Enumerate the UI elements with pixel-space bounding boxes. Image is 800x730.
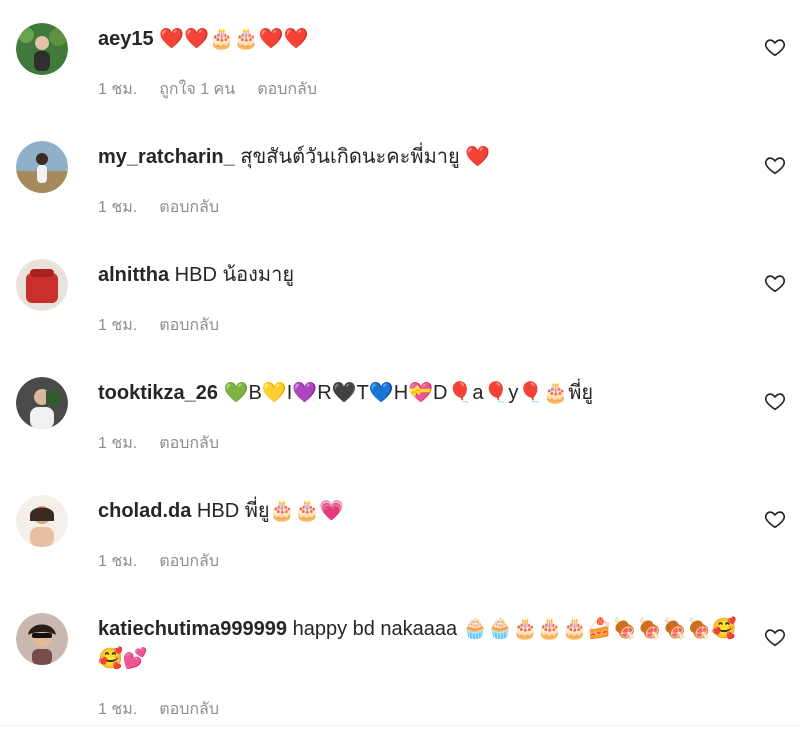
- comment-time: 1 ชม.: [98, 435, 138, 452]
- avatar[interactable]: [16, 141, 68, 193]
- divider: [0, 725, 800, 726]
- heart-outline-icon[interactable]: [764, 390, 786, 412]
- heart-outline-icon[interactable]: [764, 36, 786, 58]
- comment-text: my_ratcharin_ สุขสันต์วันเกิดนะคะพี่มายู…: [98, 142, 740, 172]
- comment-username[interactable]: cholad.da: [98, 500, 191, 522]
- comment-time: 1 ชม.: [98, 199, 138, 216]
- comment-time: 1 ชม.: [98, 317, 138, 334]
- comment-username[interactable]: alnittha: [98, 264, 169, 286]
- reply-button[interactable]: ตอบกลับ: [159, 316, 219, 336]
- comment-body: 💚B💛I💜R🖤T💙H💝D🎈a🎈y🎈🎂พี่ยู: [218, 382, 594, 404]
- comment-body: ❤️❤️🎂🎂❤️❤️: [153, 28, 309, 50]
- comment-username[interactable]: tooktikza_26: [98, 382, 218, 404]
- comment-meta: 1 ชม. ตอบกลับ: [98, 316, 219, 336]
- avatar[interactable]: [16, 23, 68, 75]
- reply-button[interactable]: ตอบกลับ: [159, 700, 219, 720]
- comment-meta: 1 ชม. ตอบกลับ: [98, 198, 219, 218]
- avatar[interactable]: [16, 377, 68, 429]
- comment-meta: 1 ชม. ตอบกลับ: [98, 434, 219, 454]
- reply-button[interactable]: ตอบกลับ: [257, 80, 317, 100]
- reply-button[interactable]: ตอบกลับ: [159, 434, 219, 454]
- comment-time: 1 ชม.: [98, 553, 138, 570]
- comment-meta: 1 ชม. ถูกใจ 1 คน ตอบกลับ: [98, 80, 317, 100]
- comment-username[interactable]: aey15: [98, 28, 154, 50]
- avatar[interactable]: [16, 613, 68, 665]
- comment-time: 1 ชม.: [98, 701, 138, 718]
- comment-text: cholad.da HBD พี่ยู🎂🎂💗: [98, 496, 740, 526]
- comment-username[interactable]: my_ratcharin_: [98, 146, 235, 168]
- comment-body: HBD น้องมายู: [169, 264, 295, 286]
- comment-likes-count[interactable]: ถูกใจ 1 คน: [159, 80, 235, 100]
- comment-body: HBD พี่ยู🎂🎂💗: [191, 500, 345, 522]
- avatar[interactable]: [16, 259, 68, 311]
- comment-text: alnittha HBD น้องมายู: [98, 260, 740, 290]
- comment-meta: 1 ชม. ตอบกลับ: [98, 552, 219, 572]
- comment-text: tooktikza_26 💚B💛I💜R🖤T💙H💝D🎈a🎈y🎈🎂พี่ยู: [98, 378, 740, 408]
- comment-meta: 1 ชม. ตอบกลับ: [98, 700, 219, 720]
- reply-button[interactable]: ตอบกลับ: [159, 552, 219, 572]
- heart-outline-icon[interactable]: [764, 508, 786, 530]
- comment-text: aey15 ❤️❤️🎂🎂❤️❤️: [98, 24, 740, 54]
- heart-outline-icon[interactable]: [764, 626, 786, 648]
- comment-time: 1 ชม.: [98, 81, 138, 98]
- comment-username[interactable]: katiechutima999999: [98, 618, 287, 640]
- comment-body: สุขสันต์วันเกิดนะคะพี่มายู ❤️: [234, 146, 491, 168]
- reply-button[interactable]: ตอบกลับ: [159, 198, 219, 218]
- heart-outline-icon[interactable]: [764, 154, 786, 176]
- avatar[interactable]: [16, 495, 68, 547]
- comment-text: katiechutima999999 happy bd nakaaaa 🧁🧁🎂🎂…: [98, 614, 740, 674]
- heart-outline-icon[interactable]: [764, 272, 786, 294]
